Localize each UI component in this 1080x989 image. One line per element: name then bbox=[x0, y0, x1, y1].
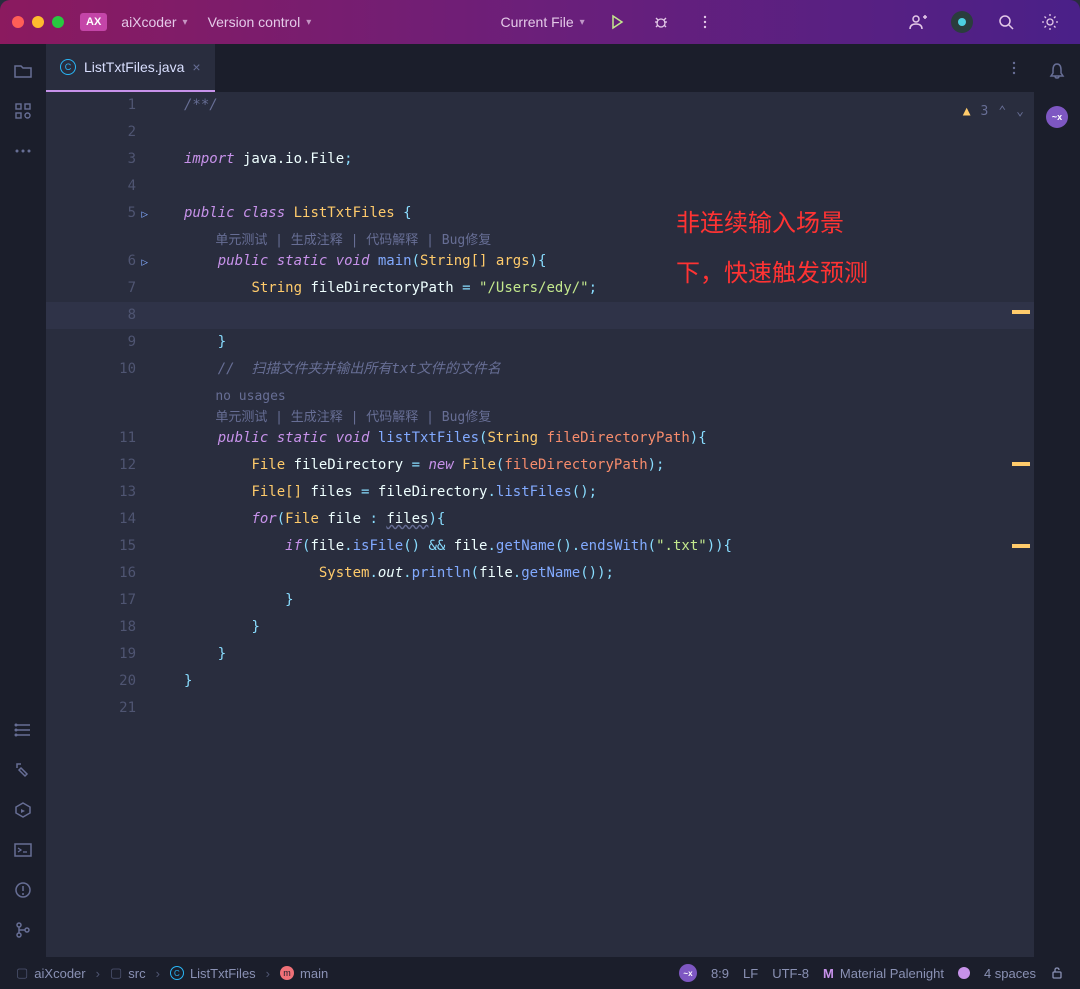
line-number: 14 bbox=[46, 506, 136, 533]
avatar-icon[interactable] bbox=[944, 4, 980, 40]
line-number: 9 bbox=[46, 329, 136, 356]
run-gutter-icon[interactable]: ▷ bbox=[141, 200, 148, 227]
file-encoding[interactable]: UTF-8 bbox=[768, 966, 813, 981]
titlebar: AX aiXcoder ▾ Version control ▾ Current … bbox=[0, 0, 1080, 44]
line-number: 1 bbox=[46, 92, 136, 119]
vcs-menu[interactable]: Version control ▾ bbox=[202, 10, 318, 34]
gutter-marker bbox=[1012, 310, 1030, 314]
gutter-marker bbox=[1012, 544, 1030, 548]
code-editor[interactable]: ▲ 3 ⌃ ⌄ 1 2 3 4 5▷ 6▷ 7 8 9 bbox=[46, 92, 1034, 957]
lock-icon[interactable] bbox=[1046, 966, 1068, 980]
build-tool-icon[interactable] bbox=[4, 751, 42, 789]
editor-area: C ListTxtFiles.java × ▲ 3 ⌃ ⌄ bbox=[46, 44, 1034, 957]
maximize-window-button[interactable] bbox=[52, 16, 64, 28]
project-tool-icon[interactable] bbox=[4, 52, 42, 90]
debug-button[interactable] bbox=[643, 4, 679, 40]
line-number: 19 bbox=[46, 641, 136, 668]
line-number: 13 bbox=[46, 479, 136, 506]
chevron-down-icon: ▾ bbox=[306, 17, 311, 28]
line-number: 7 bbox=[46, 275, 136, 302]
code-lens[interactable]: 单元测试 | 生成注释 | 代码解释 | Bug修复 bbox=[184, 404, 1034, 425]
line-number: 2 bbox=[46, 119, 136, 146]
right-tool-rail: ~x bbox=[1034, 44, 1080, 957]
aixcoder-status[interactable]: ~x bbox=[675, 964, 701, 982]
theme-indicator[interactable]: M Material Palenight bbox=[819, 966, 948, 981]
terminal-tool-icon[interactable] bbox=[4, 831, 42, 869]
project-badge: AX bbox=[80, 13, 107, 31]
run-config-selector[interactable]: Current File ▾ bbox=[495, 10, 591, 34]
line-number: 17 bbox=[46, 587, 136, 614]
search-icon[interactable] bbox=[988, 4, 1024, 40]
next-highlight-icon[interactable]: ⌄ bbox=[1016, 98, 1024, 125]
breadcrumb-method[interactable]: m main bbox=[276, 966, 332, 981]
line-number: 4 bbox=[46, 173, 136, 200]
line-separator[interactable]: LF bbox=[739, 966, 762, 981]
warning-count: 3 bbox=[981, 98, 989, 125]
line-number: 8 bbox=[46, 302, 136, 329]
chevron-down-icon: ▾ bbox=[580, 17, 585, 28]
breadcrumb-class[interactable]: C ListTxtFiles bbox=[166, 966, 260, 981]
more-actions-button[interactable] bbox=[687, 4, 723, 40]
breadcrumb-project[interactable]: ▢ aiXcoder bbox=[12, 965, 90, 981]
line-number: 15 bbox=[46, 533, 136, 560]
aixcoder-tool-icon[interactable]: ~x bbox=[1038, 98, 1076, 136]
line-number: 18 bbox=[46, 614, 136, 641]
vcs-label: Version control bbox=[208, 14, 301, 30]
annotation-overlay: 下，快速触发预测 bbox=[676, 260, 868, 287]
more-tools-icon[interactable] bbox=[4, 132, 42, 170]
project-name-label: aiXcoder bbox=[121, 14, 176, 30]
line-number: 5▷ bbox=[46, 200, 136, 227]
notifications-icon[interactable] bbox=[1038, 52, 1076, 90]
method-icon: m bbox=[280, 966, 294, 980]
java-class-icon: C bbox=[170, 966, 184, 980]
annotation-overlay: 非连续输入场景 bbox=[676, 210, 844, 237]
todo-tool-icon[interactable] bbox=[4, 711, 42, 749]
cursor-position[interactable]: 8:9 bbox=[707, 966, 733, 981]
window-controls bbox=[12, 16, 64, 28]
settings-icon[interactable] bbox=[1032, 4, 1068, 40]
problems-tool-icon[interactable] bbox=[4, 871, 42, 909]
java-class-icon: C bbox=[60, 59, 76, 75]
run-gutter-icon[interactable]: ▷ bbox=[141, 248, 148, 275]
git-tool-icon[interactable] bbox=[4, 911, 42, 949]
code-content[interactable]: /**/ import java.io.File; public class L… bbox=[156, 92, 1034, 957]
structure-tool-icon[interactable] bbox=[4, 92, 42, 130]
line-number bbox=[46, 404, 136, 425]
tab-filename-label: ListTxtFiles.java bbox=[84, 59, 184, 75]
tab-more-icon[interactable] bbox=[994, 44, 1034, 92]
warning-icon: ▲ bbox=[963, 98, 971, 125]
status-bar: ▢ aiXcoder › ▢ src › C ListTxtFiles › m … bbox=[0, 957, 1080, 989]
status-dot[interactable] bbox=[954, 967, 974, 979]
tab-listtxtfiles[interactable]: C ListTxtFiles.java × bbox=[46, 44, 215, 92]
services-tool-icon[interactable] bbox=[4, 791, 42, 829]
close-tab-icon[interactable]: × bbox=[192, 59, 200, 75]
line-number: 11 bbox=[46, 425, 136, 452]
gutter-marker bbox=[1012, 462, 1030, 466]
line-number: 20 bbox=[46, 668, 136, 695]
chevron-down-icon: ▾ bbox=[183, 17, 188, 28]
indent-indicator[interactable]: 4 spaces bbox=[980, 966, 1040, 981]
line-number: 10 bbox=[46, 356, 136, 383]
line-gutter: 1 2 3 4 5▷ 6▷ 7 8 9 10 11 12 13 14 15 16… bbox=[46, 92, 156, 957]
code-lens[interactable]: 单元测试 | 生成注释 | 代码解释 | Bug修复 bbox=[184, 227, 1034, 248]
project-selector[interactable]: aiXcoder ▾ bbox=[115, 10, 193, 34]
breadcrumb-src[interactable]: ▢ src bbox=[106, 965, 150, 981]
close-window-button[interactable] bbox=[12, 16, 24, 28]
run-config-label: Current File bbox=[501, 14, 574, 30]
add-user-icon[interactable] bbox=[900, 4, 936, 40]
line-number bbox=[46, 227, 136, 248]
prev-highlight-icon[interactable]: ⌃ bbox=[998, 98, 1006, 125]
left-tool-rail bbox=[0, 44, 46, 957]
line-number: 21 bbox=[46, 695, 136, 722]
line-number: 6▷ bbox=[46, 248, 136, 275]
minimize-window-button[interactable] bbox=[32, 16, 44, 28]
inspection-widget[interactable]: ▲ 3 ⌃ ⌄ bbox=[963, 98, 1024, 125]
editor-tabs: C ListTxtFiles.java × bbox=[46, 44, 1034, 92]
line-number bbox=[46, 383, 136, 404]
line-number: 12 bbox=[46, 452, 136, 479]
run-button[interactable] bbox=[599, 4, 635, 40]
line-number: 16 bbox=[46, 560, 136, 587]
usages-hint[interactable]: no usages bbox=[184, 383, 1034, 404]
line-number: 3 bbox=[46, 146, 136, 173]
